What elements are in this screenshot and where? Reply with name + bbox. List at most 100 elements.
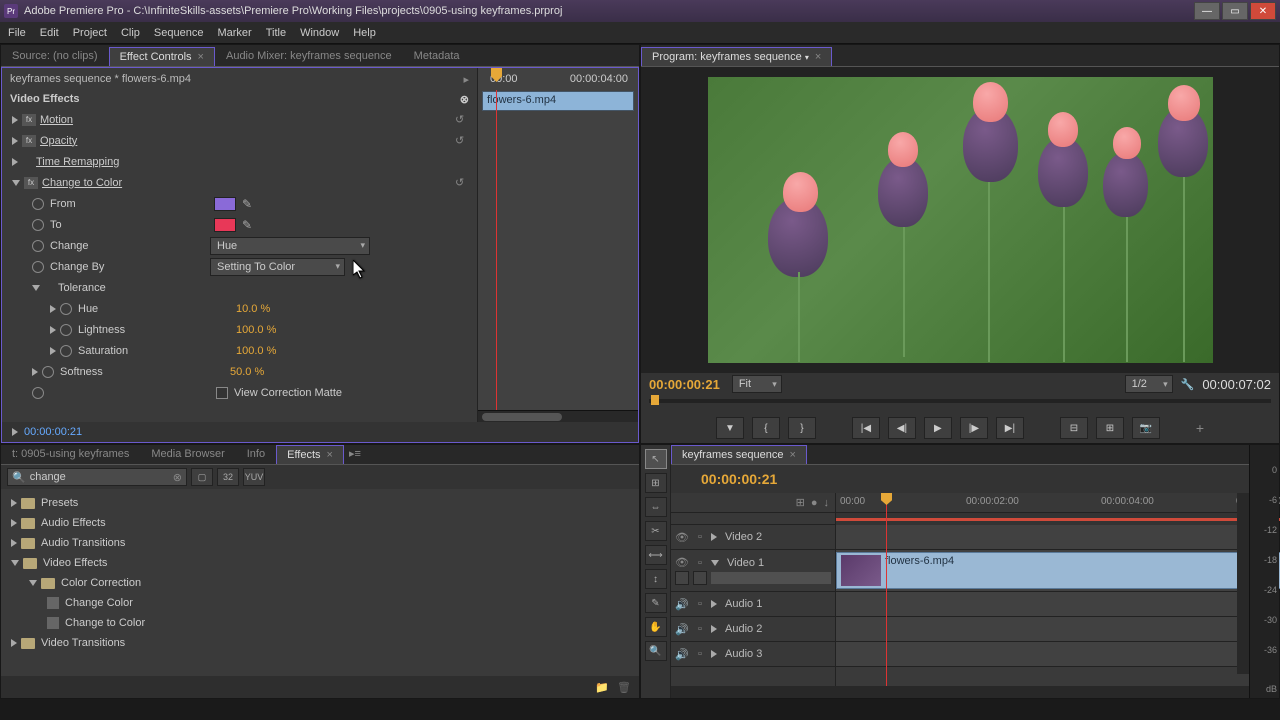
mark-out-point-button[interactable]: } — [788, 417, 816, 439]
snap-icon[interactable]: ⊞ — [796, 496, 805, 509]
pen-tool[interactable]: ✎ — [645, 593, 667, 613]
ec-clip-bar[interactable]: flowers-6.mp4 — [482, 91, 634, 111]
speaker-icon[interactable]: 🔊 — [675, 648, 689, 661]
expand-icon[interactable] — [12, 137, 18, 145]
track-v1[interactable]: flowers-6.mp4 — [836, 550, 1249, 592]
program-timecode-left[interactable]: 00:00:00:21 — [649, 377, 720, 392]
stopwatch-icon[interactable] — [32, 240, 44, 252]
rate-stretch-tool[interactable]: ↕ — [645, 569, 667, 589]
tab-effects[interactable]: Effects× — [276, 445, 344, 464]
timeline-vscroll[interactable] — [1237, 493, 1249, 674]
new-bin-icon[interactable]: 📁 — [595, 681, 609, 694]
close-button[interactable]: ✕ — [1250, 2, 1276, 20]
eyedropper-icon[interactable]: ✎ — [242, 218, 252, 232]
marker-icon[interactable]: ● — [811, 497, 818, 509]
menu-project[interactable]: Project — [73, 27, 107, 39]
work-area-bar[interactable] — [836, 513, 1249, 525]
tab-audio-mixer[interactable]: Audio Mixer: keyframes sequence — [215, 46, 403, 66]
expand-icon[interactable] — [50, 347, 56, 355]
effects-search-input[interactable]: 🔍 change ⊗ — [7, 468, 187, 486]
tree-color-correction[interactable]: Color Correction — [1, 573, 639, 593]
fx-filter-32bit[interactable]: 32 — [217, 468, 239, 486]
ripple-edit-tool[interactable]: ⇔ — [645, 497, 667, 517]
go-to-out-button[interactable]: ▶| — [996, 417, 1024, 439]
track-header-a2[interactable]: 🔊▫Audio 2 — [671, 617, 835, 642]
zoom-dropdown[interactable]: 1/2 — [1125, 375, 1173, 393]
fit-dropdown[interactable]: Fit — [732, 375, 782, 393]
selection-tool[interactable]: ↖ — [645, 449, 667, 469]
play-button[interactable]: ▶ — [924, 417, 952, 439]
slip-tool[interactable]: ⟷ — [645, 545, 667, 565]
tab-sequence[interactable]: keyframes sequence× — [671, 445, 807, 464]
track-select-tool[interactable]: ⊞ — [645, 473, 667, 493]
step-forward-button[interactable]: |▶ — [960, 417, 988, 439]
saturation-value[interactable]: 100.0 % — [236, 345, 276, 357]
add-button[interactable]: + — [1196, 420, 1204, 436]
reset-icon[interactable]: ↺ — [455, 113, 469, 127]
program-monitor[interactable] — [641, 67, 1279, 373]
track-header-a3[interactable]: 🔊▫Audio 3 — [671, 642, 835, 667]
eye-icon[interactable]: 👁 — [675, 556, 689, 569]
timeline-timecode[interactable]: 00:00:00:21 — [701, 471, 777, 487]
tab-effect-controls[interactable]: Effect Controls× — [109, 47, 215, 66]
change-dropdown[interactable]: Hue — [210, 237, 370, 255]
fx-filter-accelerated[interactable]: ▢ — [191, 468, 213, 486]
reset-icon[interactable]: ↺ — [455, 176, 469, 190]
razor-tool[interactable]: ✂ — [645, 521, 667, 541]
mark-in-button[interactable]: ▼ — [716, 417, 744, 439]
track-a1[interactable] — [836, 592, 1249, 617]
lightness-value[interactable]: 100.0 % — [236, 324, 276, 336]
settings-icon[interactable]: ↓ — [824, 497, 830, 509]
menu-help[interactable]: Help — [353, 27, 376, 39]
delete-icon[interactable]: 🗑 — [617, 681, 631, 694]
collapse-icon[interactable] — [32, 285, 40, 291]
softness-value[interactable]: 50.0 % — [230, 366, 264, 378]
tab-metadata[interactable]: Metadata — [403, 46, 471, 66]
eyedropper-icon[interactable]: ✎ — [242, 197, 252, 211]
effect-change-to-color[interactable]: fx Change to Color ↺ — [2, 172, 477, 193]
tree-change-to-color[interactable]: Change to Color — [1, 613, 639, 633]
hue-value[interactable]: 10.0 % — [236, 303, 270, 315]
track-v2[interactable] — [836, 525, 1249, 550]
tab-overflow[interactable]: ▸≡ — [344, 443, 366, 464]
expand-icon[interactable] — [32, 368, 38, 376]
timeline-playhead[interactable] — [886, 493, 887, 686]
expand-icon[interactable] — [12, 158, 18, 166]
menu-sequence[interactable]: Sequence — [154, 27, 204, 39]
maximize-button[interactable]: ▭ — [1222, 2, 1248, 20]
effect-motion[interactable]: fx Motion ↺ — [2, 109, 477, 130]
from-color-swatch[interactable] — [214, 197, 236, 211]
track-header-v1[interactable]: 👁▫Video 1 — [671, 550, 835, 592]
effect-opacity[interactable]: fx Opacity ↺ — [2, 130, 477, 151]
collapse-icon[interactable] — [12, 180, 20, 186]
change-by-dropdown[interactable]: Setting To Color — [210, 258, 345, 276]
stopwatch-icon[interactable] — [60, 303, 72, 315]
effect-time-remapping[interactable]: Time Remapping — [2, 151, 477, 172]
clear-search-icon[interactable]: ⊗ — [173, 471, 182, 484]
speaker-icon[interactable]: 🔊 — [675, 598, 689, 611]
track-a3[interactable] — [836, 642, 1249, 667]
step-back-button[interactable]: ◀| — [888, 417, 916, 439]
tab-media-browser[interactable]: Media Browser — [140, 444, 235, 464]
menu-title[interactable]: Title — [266, 27, 286, 39]
tab-info[interactable]: Info — [236, 444, 276, 464]
ec-timecode[interactable]: 00:00:00:21 — [24, 426, 82, 438]
expand-icon[interactable] — [50, 305, 56, 313]
expand-icon[interactable] — [12, 116, 18, 124]
tab-source[interactable]: Source: (no clips) — [1, 46, 109, 66]
timeline-clip[interactable]: flowers-6.mp4 — [836, 552, 1280, 589]
ec-keyframe-timeline[interactable]: 00:00 00:00:04:00 flowers-6.mp4 — [477, 68, 638, 422]
param-tolerance[interactable]: Tolerance — [2, 277, 477, 298]
ec-scrollbar[interactable] — [478, 410, 638, 422]
wrench-icon[interactable]: 🔧 — [1181, 378, 1195, 391]
menu-edit[interactable]: Edit — [40, 27, 59, 39]
speaker-icon[interactable]: 🔊 — [675, 623, 689, 636]
stopwatch-icon[interactable] — [32, 261, 44, 273]
timeline-tracks[interactable]: 00:00 00:00:02:00 00:00:04:00 00:00:06:0… — [836, 493, 1249, 686]
stopwatch-icon[interactable] — [32, 219, 44, 231]
stopwatch-icon[interactable] — [60, 324, 72, 336]
menu-file[interactable]: File — [8, 27, 26, 39]
reset-icon[interactable]: ↺ — [455, 134, 469, 148]
tab-program[interactable]: Program: keyframes sequence ▾× — [641, 47, 832, 66]
tree-presets[interactable]: Presets — [1, 493, 639, 513]
